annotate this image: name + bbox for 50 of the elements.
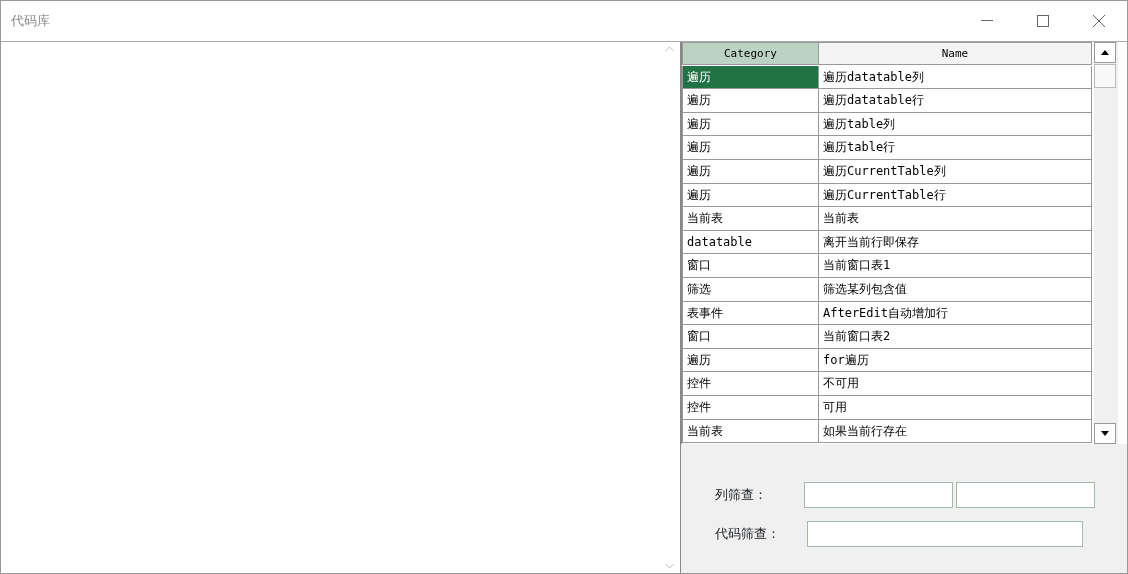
- scroll-down-button[interactable]: [1094, 423, 1116, 444]
- input-field[interactable]: [956, 482, 1095, 508]
- table-cell[interactable]: 窗口: [682, 254, 819, 278]
- table-cell[interactable]: 如果当前行存在: [819, 419, 1092, 444]
- table-cell[interactable]: datatable: [682, 230, 819, 255]
- table-cell[interactable]: 遍历datatable行: [819, 89, 1092, 113]
- table-cell[interactable]: 遍历CurrentTable列: [819, 159, 1092, 184]
- table-cell[interactable]: 窗口: [682, 325, 819, 349]
- filter-label: 列筛查：: [715, 486, 768, 505]
- scroll-down-icon[interactable]: [665, 563, 675, 569]
- table-cell[interactable]: AfterEdit自动增加行: [819, 301, 1092, 326]
- table-cell[interactable]: 遍历table行: [819, 136, 1092, 160]
- table-cell[interactable]: 控件: [682, 395, 819, 420]
- table-cell[interactable]: 遍历datatable列: [819, 65, 1092, 90]
- window-title: 代码库: [11, 12, 51, 31]
- minimize-icon: [981, 20, 993, 22]
- filter-label: 代码筛查：: [715, 525, 781, 544]
- table-cell[interactable]: 当前表: [682, 207, 819, 231]
- table-cell[interactable]: 表事件: [682, 301, 819, 326]
- table-cell[interactable]: for遍历: [819, 348, 1092, 373]
- input-field[interactable]: [804, 482, 953, 508]
- table-cell[interactable]: 不可用: [819, 372, 1092, 396]
- up-triangle-icon: [1101, 50, 1109, 55]
- table-cell[interactable]: 遍历: [682, 112, 819, 137]
- input-field[interactable]: [807, 521, 1083, 547]
- table-cell[interactable]: 可用: [819, 395, 1092, 420]
- scroll-thumb[interactable]: [1094, 64, 1116, 88]
- table-cell[interactable]: 遍历CurrentTable行: [819, 183, 1092, 208]
- table-cell[interactable]: 离开当前行即保存: [819, 230, 1092, 255]
- table-cell[interactable]: 控件: [682, 372, 819, 396]
- table-cell[interactable]: 遍历: [682, 183, 819, 208]
- down-triangle-icon: [1101, 431, 1109, 436]
- scroll-up-button[interactable]: [1094, 42, 1116, 63]
- scroll-up-icon[interactable]: [665, 46, 675, 52]
- table-cell[interactable]: 遍历table列: [819, 112, 1092, 137]
- close-icon: [1093, 15, 1105, 27]
- table-cell[interactable]: 当前表: [682, 419, 819, 444]
- table-cell[interactable]: 当前表: [819, 207, 1092, 231]
- column-header[interactable]: Category: [682, 42, 819, 65]
- table-cell[interactable]: 遍历: [682, 348, 819, 373]
- table-cell[interactable]: 筛选: [682, 277, 819, 302]
- table-cell[interactable]: 遍历: [682, 65, 819, 90]
- table-cell[interactable]: 遍历: [682, 159, 819, 184]
- table-cell[interactable]: 遍历: [682, 136, 819, 160]
- table-cell[interactable]: 当前窗口表1: [819, 254, 1092, 278]
- table-cell[interactable]: 当前窗口表2: [819, 325, 1092, 349]
- maximize-icon: [1037, 15, 1049, 27]
- table-cell[interactable]: 筛选某列包含值: [819, 277, 1092, 302]
- table-cell[interactable]: 遍历: [682, 89, 819, 113]
- column-header[interactable]: Name: [819, 42, 1092, 65]
